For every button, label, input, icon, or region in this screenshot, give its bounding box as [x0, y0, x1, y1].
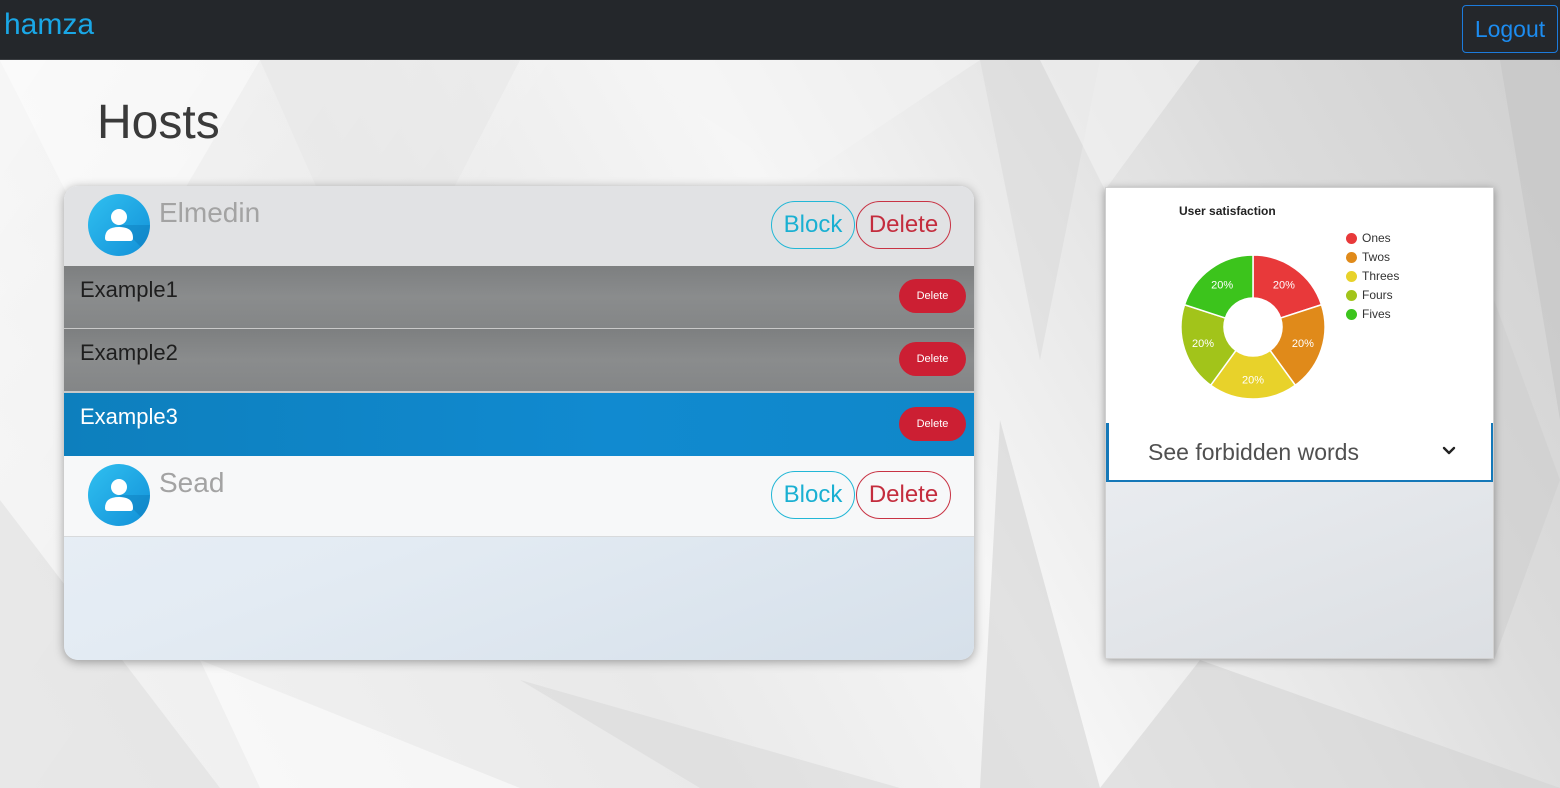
avatar-icon: [88, 464, 150, 526]
brand-link[interactable]: hamza: [4, 8, 94, 42]
chart-title: User satisfaction: [1179, 204, 1276, 218]
legend-label: Threes: [1362, 269, 1400, 283]
legend-swatch: [1346, 233, 1357, 244]
host-row[interactable]: Sead Block Delete: [64, 456, 974, 537]
host-name: Sead: [159, 467, 225, 498]
delete-host-button[interactable]: Delete: [856, 471, 951, 519]
legend-swatch: [1346, 252, 1357, 263]
delete-example-button[interactable]: Delete: [899, 342, 966, 376]
legend-swatch: [1346, 290, 1357, 301]
legend-label: Ones: [1362, 231, 1391, 245]
navbar: hamza Logout: [0, 0, 1560, 60]
delete-example-button[interactable]: Delete: [899, 279, 966, 313]
delete-example-button[interactable]: Delete: [899, 407, 966, 441]
example-row-active[interactable]: Example3 Delete: [64, 393, 974, 456]
legend-swatch: [1346, 309, 1357, 320]
pie-slice-label: 20%: [1192, 338, 1214, 350]
donut-chart: 20% 20% 20% 20% 20%: [1180, 254, 1326, 400]
forbidden-words-label: See forbidden words: [1148, 439, 1359, 465]
example-label: Example1: [80, 277, 178, 302]
example-label: Example3: [80, 404, 178, 429]
pie-slice-label: 20%: [1273, 280, 1295, 292]
legend-swatch: [1346, 271, 1357, 282]
block-button[interactable]: Block: [771, 201, 855, 249]
legend-label: Fours: [1362, 288, 1393, 302]
chevron-down-icon: [1442, 446, 1456, 455]
host-row[interactable]: Elmedin Block Delete: [64, 186, 974, 267]
avatar-icon: [88, 194, 150, 256]
pie-slice-label: 20%: [1242, 375, 1264, 387]
hosts-card: Elmedin Block Delete Example1 Delete Exa…: [64, 186, 974, 660]
pie-slice-label: 20%: [1211, 280, 1233, 292]
example-label: Example2: [80, 340, 178, 365]
chart-area: User satisfaction 20% 20% 20% 20% 20% Ones Tw…: [1106, 188, 1493, 423]
stats-card: User satisfaction 20% 20% 20% 20% 20% Ones Tw…: [1105, 187, 1494, 659]
example-row[interactable]: Example2 Delete: [64, 329, 974, 393]
example-row[interactable]: Example1 Delete: [64, 266, 974, 330]
block-button[interactable]: Block: [771, 471, 855, 519]
host-name: Elmedin: [159, 197, 261, 228]
pie-slice-label: 20%: [1292, 338, 1314, 350]
page-title: Hosts: [97, 96, 220, 149]
legend-label: Twos: [1362, 250, 1391, 264]
logout-button[interactable]: Logout: [1462, 5, 1558, 53]
legend-label: Fives: [1362, 307, 1391, 321]
delete-host-button[interactable]: Delete: [856, 201, 951, 249]
forbidden-words-toggle[interactable]: See forbidden words: [1106, 423, 1493, 482]
